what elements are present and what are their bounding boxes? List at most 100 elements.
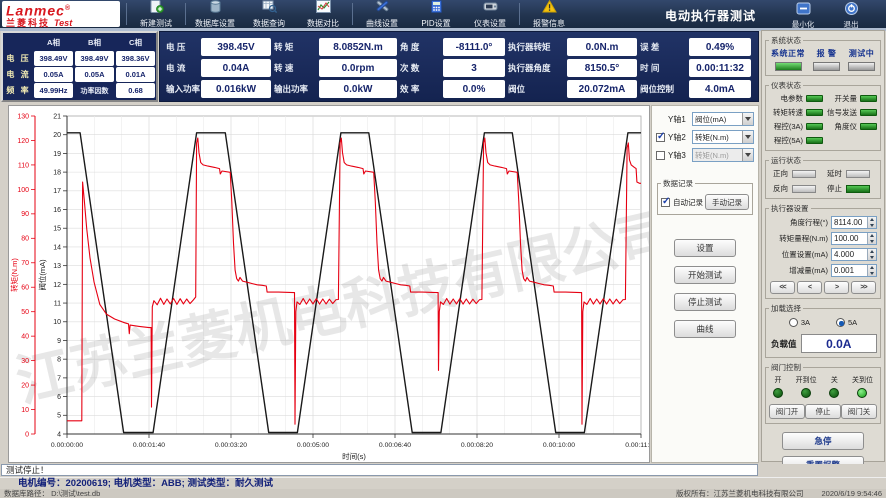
valve-button-1[interactable]: 停止 <box>805 404 841 419</box>
actuator-field-spinner[interactable]: 0.001 <box>831 264 877 277</box>
minimize-icon <box>796 2 811 19</box>
valve-button-2[interactable]: 阀门关 <box>841 404 877 419</box>
actuator-field-spinner[interactable]: 4.000 <box>831 248 877 261</box>
actuator-settings-title: 执行器设置 <box>769 203 811 214</box>
svg-text:9: 9 <box>57 338 61 345</box>
radio-icon[interactable] <box>836 318 845 327</box>
y-axis2-row: Y轴2 转矩(N.m) <box>656 130 754 144</box>
y-axis2-checkbox[interactable] <box>656 133 665 142</box>
status-message-strip: 测试停止！ <box>0 464 886 477</box>
phase-value-cell: 0.68 <box>116 83 155 98</box>
bottom-status-strip: 数据库路径： D:\测试\test.db 版权所有：江苏兰菱机电科技有限公司 2… <box>0 489 886 498</box>
spin-up-icon[interactable] <box>870 218 874 221</box>
phase-value-cell: 49.99Hz <box>34 83 73 98</box>
load-option[interactable]: 5A <box>836 318 857 327</box>
y-axis3-checkbox[interactable] <box>656 151 665 160</box>
phase-value-cell: 0.05A <box>75 67 114 82</box>
load-option[interactable]: 3A <box>789 318 810 327</box>
actuator-field-spinner[interactable]: 100.00 <box>831 232 877 245</box>
svg-text:70: 70 <box>21 260 29 267</box>
run-led <box>792 170 816 178</box>
spinner-arrows[interactable] <box>867 217 876 228</box>
data-compare-button[interactable]: 数据对比 <box>296 1 350 28</box>
action-button-1[interactable]: 开始测试 <box>674 266 736 284</box>
svg-text:16: 16 <box>53 207 61 214</box>
svg-text:13: 13 <box>53 263 61 270</box>
minimize-button[interactable]: 最小化 <box>782 2 824 29</box>
system-status-group: 系统状态 系统正常报 警测试中 <box>765 35 881 76</box>
emergency-button-0[interactable]: 急停 <box>782 432 864 450</box>
svg-text:19: 19 <box>53 151 61 158</box>
spinner-arrows[interactable] <box>867 233 876 244</box>
svg-text:50: 50 <box>21 309 29 316</box>
spin-up-icon[interactable] <box>870 234 874 237</box>
toolbar-button-label: 报警信息 <box>533 19 565 28</box>
measure-value: 8150.5° <box>567 59 637 77</box>
phase-corner-cell <box>5 35 32 50</box>
chevron-down-icon[interactable] <box>742 131 753 143</box>
phase-value-cell: 398.36V <box>116 51 155 66</box>
measure-label: 输入功率 <box>166 80 198 98</box>
svg-text:12: 12 <box>53 282 61 289</box>
meter-status-label: 角度仪 <box>835 121 858 132</box>
meter-settings-button[interactable]: 仪表设置 <box>463 1 517 28</box>
svg-text:100: 100 <box>17 187 29 194</box>
spinner-arrows[interactable] <box>867 249 876 260</box>
valve-button-0[interactable]: 阀门开 <box>769 404 805 419</box>
spin-down-icon[interactable] <box>870 240 874 243</box>
alarm-info-button[interactable]: 报警信息 <box>522 1 576 28</box>
spin-down-icon[interactable] <box>870 224 874 227</box>
position-nav-button-1[interactable]: < <box>797 281 822 294</box>
measure-value: 0.49% <box>689 38 751 56</box>
svg-text:10: 10 <box>53 319 61 326</box>
curve-settings-button[interactable]: 曲线设置 <box>355 1 409 28</box>
measurement-panel: 电 压398.45V转 矩8.0852N.m角 度-8111.0°执行器转矩0.… <box>159 31 759 102</box>
actuator-field-spinner[interactable]: 8114.00 <box>831 216 877 229</box>
svg-text:90: 90 <box>21 211 29 218</box>
pid-settings-button[interactable]: PID设置 <box>409 1 463 28</box>
spin-down-icon[interactable] <box>870 272 874 275</box>
status-message: 测试停止！ <box>1 464 758 476</box>
spinner-arrows[interactable] <box>867 265 876 276</box>
position-nav-button-0[interactable]: << <box>770 281 795 294</box>
phase-row-label: 电 流 <box>5 67 32 82</box>
measure-value: 0.04A <box>201 59 271 77</box>
run-status-label: 反向 <box>773 183 788 194</box>
valve-led-item: 关 <box>829 375 839 398</box>
phase-value-cell: 398.49V <box>75 51 114 66</box>
auto-record-checkbox[interactable] <box>661 198 670 207</box>
spin-up-icon[interactable] <box>870 250 874 253</box>
data-query-button[interactable]: 数据查询 <box>242 1 296 28</box>
manual-record-button[interactable]: 手动记录 <box>705 194 749 210</box>
chevron-down-icon[interactable] <box>742 113 753 125</box>
measure-label: 执行器角度 <box>508 59 564 77</box>
spin-down-icon[interactable] <box>870 256 874 259</box>
position-nav-button-2[interactable]: > <box>824 281 849 294</box>
valve-led-item: 开 <box>773 375 783 398</box>
action-button-0[interactable]: 设置 <box>674 239 736 257</box>
action-button-2[interactable]: 停止测试 <box>674 293 736 311</box>
svg-text:110: 110 <box>18 162 29 169</box>
radio-icon[interactable] <box>789 318 798 327</box>
phase-value-cell: 398.49V <box>34 51 73 66</box>
test-info-strip: 电机编号：20200619; 电机类型：ABB; 测试类型：耐久测试 <box>0 477 886 489</box>
meter-status-item: 角度仪 <box>823 121 877 132</box>
exit-button[interactable]: 退出 <box>830 2 872 29</box>
phase-header-cell: C相 <box>116 35 155 50</box>
database-settings-button[interactable]: 数据库设置 <box>188 1 242 28</box>
action-button-3[interactable]: 曲线 <box>674 320 736 338</box>
y-axis2-select[interactable]: 转矩(N.m) <box>692 130 754 144</box>
phase-header-cell: A相 <box>34 35 73 50</box>
actuator-field-label: 转矩量程(N.m) <box>779 233 828 244</box>
new-test-button[interactable]: 新建测试 <box>129 1 183 28</box>
phase-header-cell: B相 <box>75 35 114 50</box>
meter-status-label: 信号发送 <box>827 107 857 118</box>
toolbar-button-label: 仪表设置 <box>474 19 506 28</box>
position-nav-button-3[interactable]: >> <box>851 281 876 294</box>
actuator-field-label: 位置设置(mA) <box>782 249 828 260</box>
spin-up-icon[interactable] <box>870 266 874 269</box>
y-axis1-select[interactable]: 阀位(mA) <box>692 112 754 126</box>
logo-line1: Lanmec® <box>6 2 116 18</box>
svg-text:8: 8 <box>57 357 61 364</box>
measure-label: 阀位控制 <box>640 80 686 98</box>
